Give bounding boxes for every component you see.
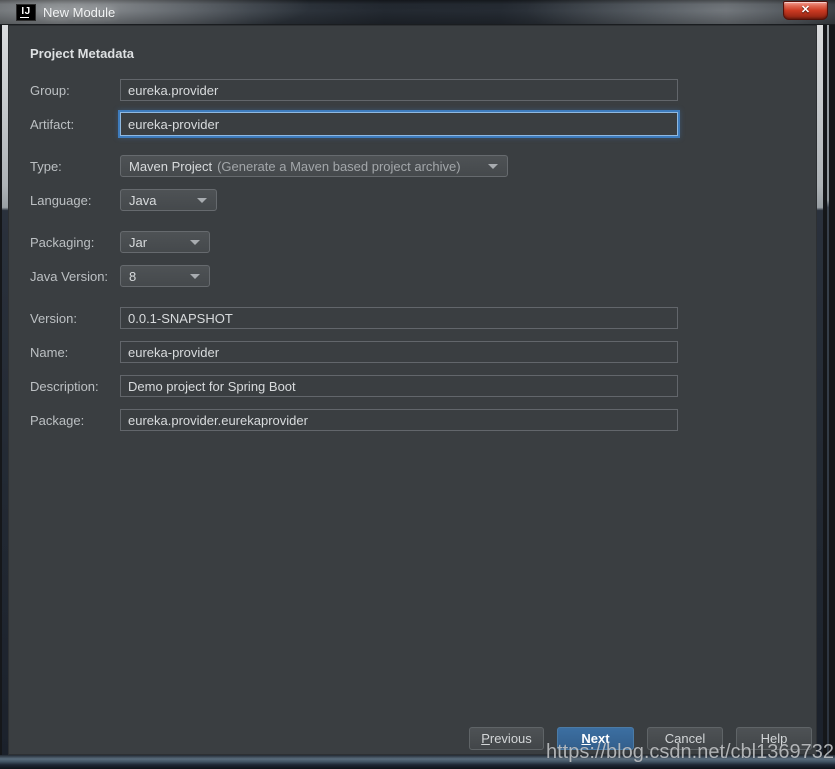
chevron-down-icon [488, 164, 498, 169]
description-label: Description: [30, 375, 99, 397]
java-version-label: Java Version: [30, 265, 108, 287]
java-version-select-value: 8 [129, 269, 136, 284]
version-label: Version: [30, 307, 77, 329]
window-border-right-edge [827, 25, 829, 755]
artifact-input[interactable] [120, 112, 678, 136]
language-select-value: Java [129, 193, 156, 208]
previous-button-mnemonic: P [481, 731, 490, 746]
window-title: New Module [43, 0, 115, 25]
packaging-select-value: Jar [129, 235, 147, 250]
close-button[interactable]: ✕ [783, 1, 828, 20]
name-input[interactable] [120, 341, 678, 363]
name-label: Name: [30, 341, 68, 363]
intellij-logo-text: IJ [21, 6, 30, 17]
chevron-down-icon [197, 198, 207, 203]
chevron-down-icon [190, 274, 200, 279]
type-select[interactable]: Maven Project (Generate a Maven based pr… [120, 155, 508, 177]
intellij-logo-icon: IJ [16, 4, 36, 21]
language-label: Language: [30, 189, 91, 211]
new-module-dialog: IJ New Module ✕ Project Metadata Group: … [0, 0, 835, 769]
window-border-right [817, 25, 823, 755]
version-input[interactable] [120, 307, 678, 329]
type-select-value: Maven Project [129, 159, 212, 174]
description-input[interactable] [120, 375, 678, 397]
window-border-left [2, 25, 8, 755]
previous-button-label: revious [490, 731, 532, 746]
group-input[interactable] [120, 79, 678, 101]
close-icon: ✕ [801, 5, 810, 16]
title-bar[interactable]: IJ New Module ✕ [0, 0, 835, 25]
package-label: Package: [30, 409, 84, 431]
type-select-hint: (Generate a Maven based project archive) [217, 159, 461, 174]
java-version-select[interactable]: 8 [120, 265, 210, 287]
section-title: Project Metadata [30, 46, 134, 61]
group-label: Group: [30, 79, 70, 101]
packaging-label: Packaging: [30, 231, 94, 253]
previous-button[interactable]: Previous [469, 727, 544, 750]
artifact-label: Artifact: [30, 112, 74, 136]
watermark: https://blog.csdn.net/cbl1369732 [546, 741, 834, 764]
package-input[interactable] [120, 409, 678, 431]
type-label: Type: [30, 155, 62, 177]
chevron-down-icon [190, 240, 200, 245]
packaging-select[interactable]: Jar [120, 231, 210, 253]
language-select[interactable]: Java [120, 189, 217, 211]
